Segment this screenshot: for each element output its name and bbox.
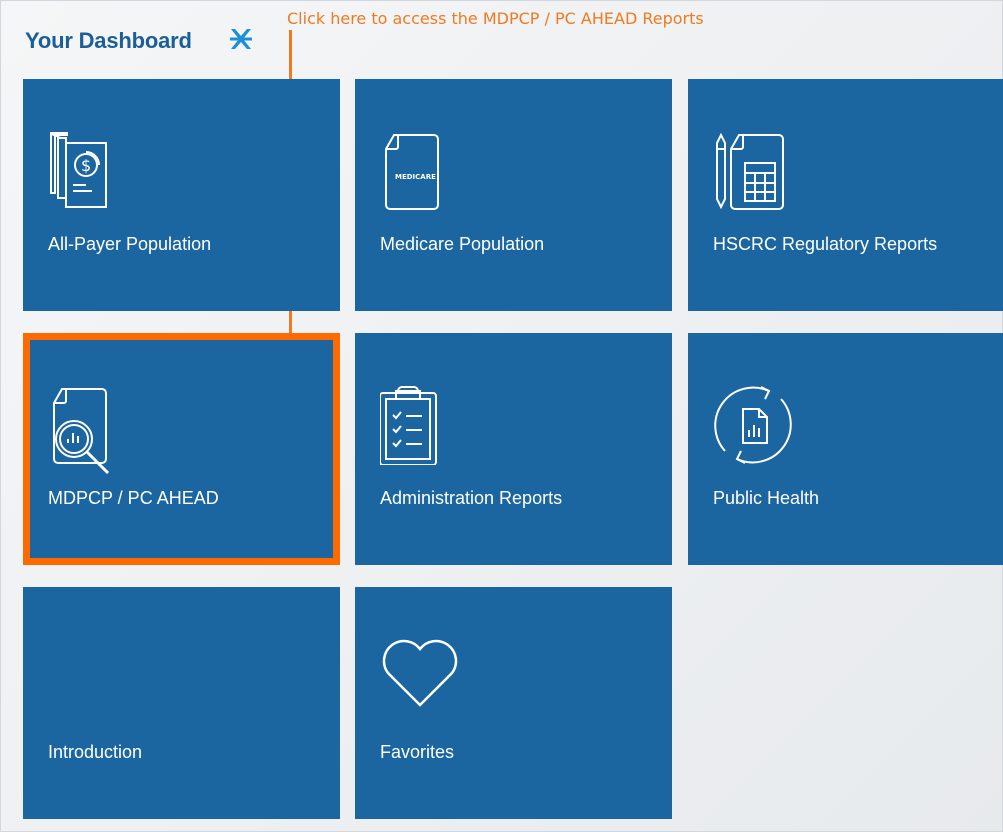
page-title: Your Dashboard <box>25 28 192 53</box>
dollar-documents-icon: $ <box>48 131 138 211</box>
tile-all-payer-population[interactable]: $ All-Payer Population <box>23 79 340 311</box>
pencil-calculator-icon <box>713 131 803 211</box>
tile-introduction[interactable]: Introduction <box>23 587 340 819</box>
tile-hscrc-regulatory-reports[interactable]: HSCRC Regulatory Reports <box>688 79 1003 311</box>
tile-label: Introduction <box>48 742 143 762</box>
refresh-report-icon <box>713 385 803 465</box>
pin-tool-icon[interactable] <box>228 26 254 52</box>
tile-administration-reports[interactable]: Administration Reports <box>355 333 672 565</box>
annotation-callout: Click here to access the MDPCP / PC AHEA… <box>287 9 704 28</box>
clipboard-checklist-icon <box>380 385 460 465</box>
tile-label: Public Health <box>713 488 820 508</box>
tile-label: All-Payer Population <box>48 234 212 254</box>
tile-label: HSCRC Regulatory Reports <box>713 234 938 254</box>
svg-text:$: $ <box>81 156 91 175</box>
tile-label: Medicare Population <box>380 234 545 254</box>
tile-label: Administration Reports <box>380 488 563 508</box>
tile-medicare-population[interactable]: MEDICARE Medicare Population <box>355 79 672 311</box>
tile-label: MDPCP / PC AHEAD <box>48 488 219 508</box>
medicare-icon-text: MEDICARE <box>395 173 436 181</box>
tile-label: Favorites <box>380 742 455 762</box>
dashboard-header: Your Dashboard <box>25 24 192 58</box>
tile-mdpcp-pc-ahead[interactable]: MDPCP / PC AHEAD <box>23 333 340 565</box>
heart-icon <box>380 639 460 709</box>
tile-favorites[interactable]: Favorites <box>355 587 672 819</box>
tile-public-health[interactable]: Public Health <box>688 333 1003 565</box>
report-magnifier-chart-icon <box>48 385 138 475</box>
medicare-document-icon: MEDICARE <box>380 131 460 211</box>
